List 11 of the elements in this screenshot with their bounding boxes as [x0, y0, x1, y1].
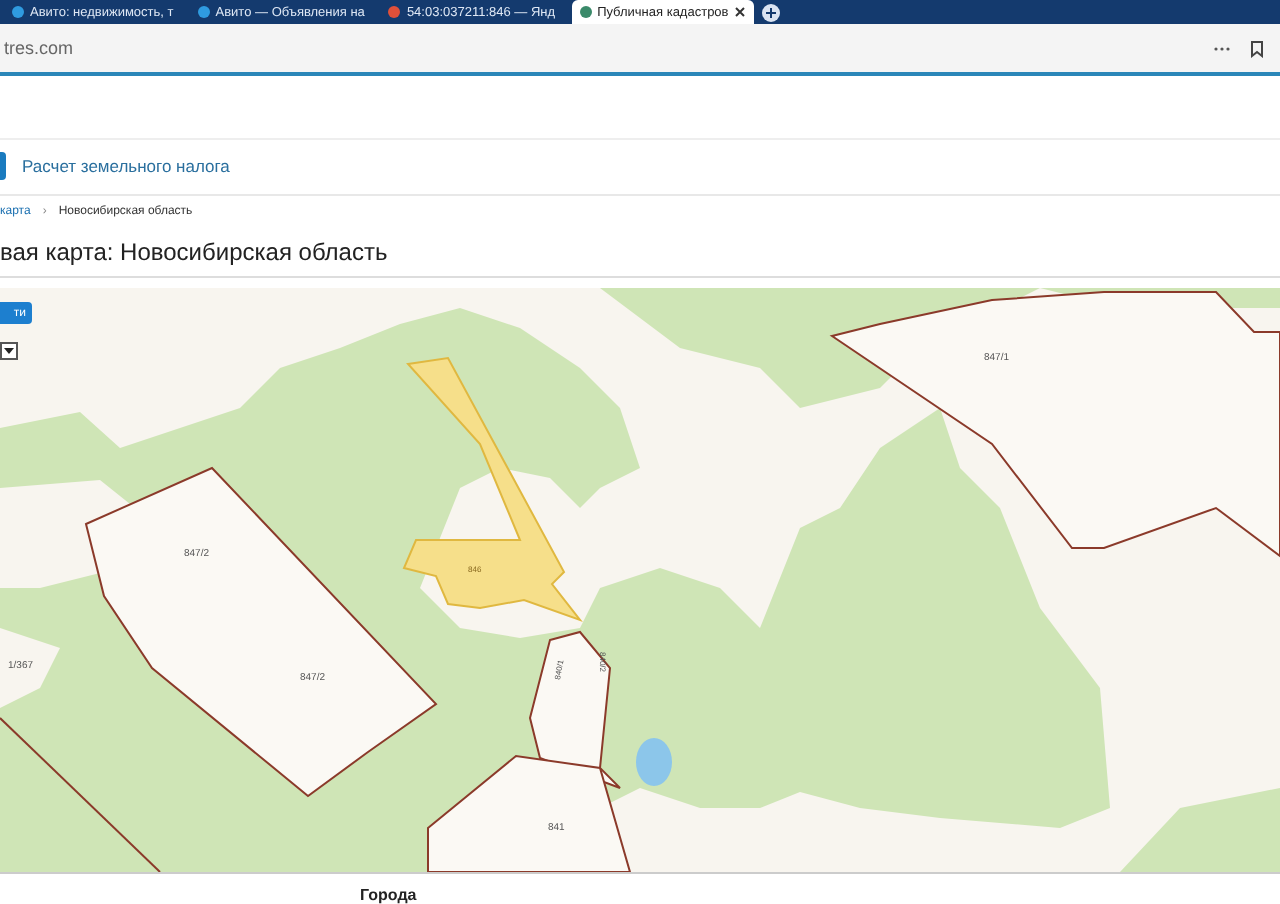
- more-icon[interactable]: [1214, 45, 1230, 52]
- nav-link[interactable]: Расчет земельного налога: [22, 156, 230, 177]
- lake-shape: [636, 738, 672, 786]
- bookmark-icon[interactable]: [1250, 39, 1264, 58]
- chevron-down-icon: [4, 348, 14, 354]
- close-icon[interactable]: [734, 6, 747, 19]
- layer-select[interactable]: [0, 342, 18, 360]
- new-tab-icon[interactable]: [762, 3, 781, 22]
- page-title: вая карта: Новосибирская область: [0, 226, 1280, 278]
- section-heading: Города: [0, 872, 1280, 904]
- nav-marker: [0, 152, 6, 181]
